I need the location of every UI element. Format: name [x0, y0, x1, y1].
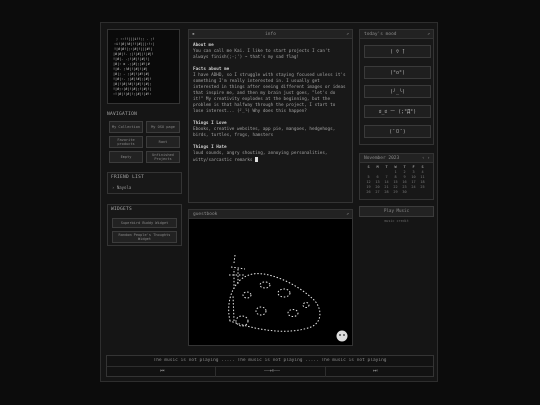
friend-list-title: FRIEND LIST [111, 175, 145, 180]
avatar-panel: ; ::!!|||i!!;; . ;! :i!|#|!#|!!|#|||:!:|… [107, 29, 180, 104]
info-panel: ▪ info ↗ About me You can call me Kai. I… [188, 29, 353, 203]
mood-header-label: today's mood [364, 32, 397, 37]
guestbook-header: guestbook ↗ [189, 210, 352, 219]
calendar-day [418, 189, 427, 194]
nav-button-my-collection[interactable]: My Collection [109, 121, 143, 133]
guestbook-canvas[interactable] [189, 219, 352, 345]
widget-random-thoughts-button[interactable]: Random People's Thoughts Widget [112, 231, 177, 243]
navigation-title: NAVIGATION [107, 112, 138, 117]
music-marquee: The music is not playing ..... The music… [153, 358, 387, 363]
music-player: The music is not playing ..... The music… [106, 355, 434, 377]
svg-text:!|#|#!|;:|#|!|||#!|: !|#|#!|;:|#|!|||#!| [114, 47, 153, 51]
svg-text:|#|: o .;|#|;|#!|#: |#|: o .;|#|;|#!|# [113, 62, 151, 66]
prev-track-button[interactable]: ⏮ [160, 368, 165, 374]
widget-superbird-button[interactable]: Superbird Buddy Widget [112, 218, 177, 228]
player-divider-left [215, 366, 216, 377]
svg-text::!|#|!|#|!;|#|!|#!:: :!|#|!|#|!;|#|!|#!: [113, 92, 152, 96]
calendar-day[interactable]: 26 [364, 189, 373, 194]
friend-list-item[interactable]: › Nayola [112, 185, 131, 190]
info-header-label: info [265, 32, 276, 37]
svg-text:|#|; - ;|#|!|#!|#|: |#|; - ;|#|!|#!|#| [113, 72, 150, 76]
friend-name: Nayola [116, 185, 132, 190]
info-header: ▪ info ↗ [189, 30, 352, 39]
calendar-month: November 2023 [364, 156, 400, 161]
guestbook-header-label: guestbook [193, 212, 218, 217]
mood-item-5[interactable]: (¯ㅁ¯) [364, 125, 431, 138]
calendar-day[interactable]: 29 [391, 189, 400, 194]
calendar-prev-icon[interactable]: ‹ [422, 156, 425, 161]
avatar: ; ::!!|||i!!;; . ;! :i!|#|!#|!!|#|||:!:|… [108, 30, 179, 103]
mood-item-1[interactable]: ( ̄▽ ̄) [364, 45, 431, 58]
svg-text:!|#. ;!#|!|#|!|#|: !|#. ;!#|!|#|!|#| [113, 67, 148, 71]
calendar-header: November 2023 ‹ › [360, 154, 433, 163]
guestbook-panel: guestbook ↗ [188, 209, 353, 346]
svg-text:|#|!|#|!#|!|#|!|#|;: |#|!|#|!#|!|#|!|#|; [113, 82, 152, 86]
svg-text:!|#|:. ;|#|!#|;|#|!: !|#|:. ;|#|!#|;|#|! [113, 77, 152, 81]
calendar-next-icon[interactable]: › [427, 156, 430, 161]
about-text: You can call me Kai. I like to start pro… [193, 49, 331, 60]
calendar-day[interactable]: 30 [400, 189, 409, 194]
facts-text: I have ADHD, so I struggle with staying … [193, 73, 346, 114]
mood-item-3[interactable]: (╯_╰) [364, 85, 431, 98]
nav-button-rant[interactable]: Rant [146, 136, 180, 148]
play-music-button[interactable]: Play Music [359, 206, 434, 217]
nav-button-favorite-products[interactable]: Favorite products [109, 136, 143, 148]
hate-text: loud sounds, angry shouting, annoying pe… [193, 151, 328, 163]
info-pin-icon: ▪ [192, 32, 195, 37]
friend-list-panel: FRIEND LIST › Nayola [107, 172, 182, 194]
widgets-title: WIDGETS [111, 207, 133, 212]
svg-text:!|#|. .;!|#|!|#|!|: !|#|. .;!|#|!|#|!| [113, 57, 150, 61]
calendar-day [409, 189, 418, 194]
mushroom-stem [232, 254, 239, 322]
mood-panel: today's mood ↗ ( ̄▽ ̄) (°o°) (╯_╰) ಠ_ಠ ー… [359, 29, 434, 145]
mood-header: today's mood ↗ [360, 30, 433, 39]
play-pause-button[interactable]: ——⏯—— [247, 368, 297, 374]
calendar-grid: SMTWTFS 1 2 3 4 5 6 7 8 9 10 11 12 13 14 15 16 17 18 19 20 2… [364, 164, 427, 194]
nav-button-osu-page[interactable]: My OSU page [146, 121, 180, 133]
widgets-panel: WIDGETS Superbird Buddy Widget Random Pe… [107, 204, 182, 246]
calendar-day[interactable]: 27 [373, 189, 382, 194]
svg-text:|#|#|!. ;|!|#||!|#|!: |#|#|!. ;|!|#||!|#|! [113, 52, 154, 56]
calendar-nav: ‹ › [422, 154, 430, 163]
calendar-panel: November 2023 ‹ › SMTWTFS 1 2 3 4 5 6 7 8 9 10 11 1… [359, 153, 434, 200]
info-expand-icon[interactable]: ↗ [346, 30, 349, 39]
nav-button-unfinished-projects[interactable]: Unfinished Projects [146, 151, 180, 163]
love-text: Ebooks, creative websites, app pie, mang… [193, 127, 336, 138]
next-track-button[interactable]: ⏭ [373, 368, 378, 374]
mushroom-cap [228, 273, 321, 332]
mood-item-4[interactable]: ಠ_ಠ ー (;°Д°) [364, 105, 431, 118]
nav-button-empty[interactable]: Empty [109, 151, 143, 163]
player-divider-right [325, 366, 326, 377]
text-cursor [255, 157, 259, 162]
guestbook-expand-icon[interactable]: ↗ [346, 210, 349, 219]
music-credit-link[interactable]: music credit [359, 219, 434, 223]
calendar-week: 26 27 28 29 30 [364, 189, 427, 194]
mood-expand-icon[interactable]: ↗ [427, 30, 430, 39]
mushroom-top [229, 266, 246, 276]
fox-avatar-icon[interactable] [336, 330, 348, 342]
player-divider [107, 366, 433, 367]
info-content: About me You can call me Kai. I like to … [189, 39, 352, 168]
svg-text:!|#;:|#|!|#|;!|#|!|: !|#;:|#|!|#|;!|#|!| [113, 87, 152, 91]
svg-text::i!|#|!#|!!|#|||:!:|: :i!|#|!#|!!|#|||:!:| [114, 42, 155, 46]
svg-text:; ::!!|||i!!;; . ;!: ; ::!!|||i!!;; . ;! [116, 37, 155, 41]
mood-item-2[interactable]: (°o°) [364, 66, 431, 79]
page-frame: ; ::!!|||i!!;; . ;! :i!|#|!#|!!|#|||:!:|… [100, 22, 438, 382]
calendar-day[interactable]: 28 [382, 189, 391, 194]
